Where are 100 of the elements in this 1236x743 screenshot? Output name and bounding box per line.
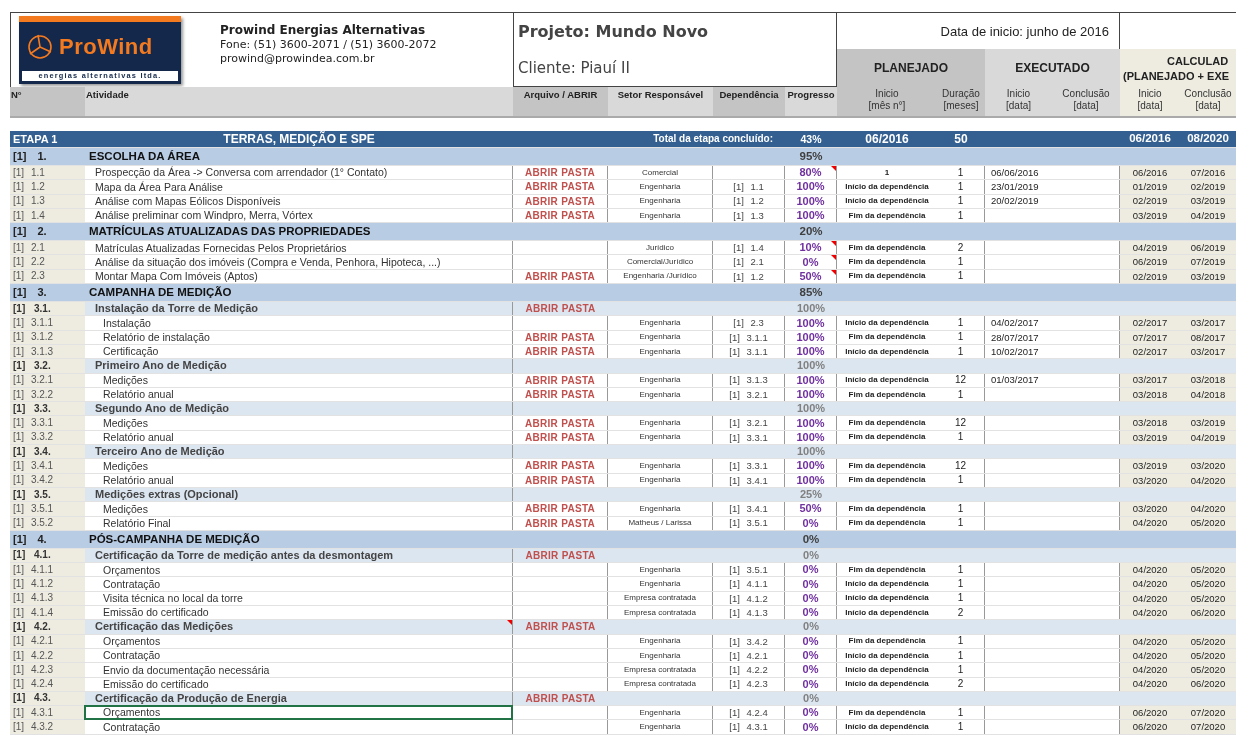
folder-link[interactable]: ABRIR PASTA <box>525 303 596 315</box>
sector-text: Engenharia <box>639 211 681 220</box>
column-header: Inicio [data] <box>985 87 1052 118</box>
planned-start: Fim da dependência <box>848 637 926 646</box>
sector-text: Engenharia <box>639 651 681 660</box>
task-percent: 0% <box>802 650 819 662</box>
task-percent: 100% <box>796 346 825 358</box>
calculated-start: 07/2017 <box>1132 332 1168 343</box>
planned-start: Início da dependência <box>845 182 929 191</box>
dependency-text: [1] 3.5.1 <box>729 518 768 528</box>
calculated-end: 03/2020 <box>1190 461 1226 471</box>
dependency-text: [1] 1.1 <box>733 182 764 192</box>
column-header: Duração [meses] <box>937 87 985 118</box>
section-percent: 95% <box>799 150 823 163</box>
folder-link[interactable]: ABRIR PASTA <box>525 549 596 561</box>
section-title: PÓS-CAMPANHA DE MEDIÇÃO <box>89 533 260 546</box>
task-percent: 100% <box>796 210 825 222</box>
calculated-start: 04/2020 <box>1132 579 1168 589</box>
calculated-start: 04/2020 <box>1132 593 1168 604</box>
calculated-start: 04/2020 <box>1132 679 1168 689</box>
activity-text: Medições <box>103 417 148 429</box>
planned-start: Fim da dependência <box>848 390 926 399</box>
duration-value: 1 <box>957 707 964 718</box>
group-title: Certificação da Produção de Energia <box>95 692 287 704</box>
duration-value: 2 <box>957 607 964 618</box>
planned-start: Início da dependência <box>845 651 929 660</box>
folder-link[interactable]: ABRIR PASTA <box>524 167 596 179</box>
group-title: Medições extras (Opcional) <box>95 489 239 501</box>
row-number: [1] 3.3. <box>13 403 51 414</box>
calculated-start: 04/2019 <box>1132 243 1168 253</box>
calculated-end: 05/2020 <box>1190 518 1226 528</box>
planned-start: Fim da dependência <box>848 433 926 442</box>
row-number: [1] 3.3.2 <box>13 432 54 443</box>
group-title: Terceiro Ano de Medição <box>95 446 225 458</box>
planned-start: 06/2016 <box>865 133 909 145</box>
row-number: [1] 3.5.2 <box>13 518 54 529</box>
calculated-end: 03/2017 <box>1190 318 1226 328</box>
row-number: [1] 2.1 <box>13 242 45 253</box>
planned-start: Fim da dependência <box>848 272 926 281</box>
planned-start: 1 <box>884 168 890 177</box>
section-percent: 85% <box>799 286 823 299</box>
task-percent: 100% <box>796 474 825 486</box>
dependency-text: [1] 3.5.1 <box>729 565 768 575</box>
task-percent: 0% <box>802 635 819 647</box>
folder-link[interactable]: ABRIR PASTA <box>524 431 596 443</box>
task-percent: 100% <box>796 460 825 472</box>
folder-link[interactable]: ABRIR PASTA <box>525 621 596 633</box>
folder-link[interactable]: ABRIR PASTA <box>524 417 596 429</box>
row-number: [1] 3.1.3 <box>13 346 54 357</box>
project-title: Projeto: Mundo Novo <box>518 22 710 41</box>
folder-link[interactable]: ABRIR PASTA <box>524 460 596 472</box>
folder-link[interactable]: ABRIR PASTA <box>524 270 596 282</box>
executed-header: EXECUTADO <box>985 49 1120 87</box>
stage-title: TERRAS, MEDIÇÃO E SPE <box>223 133 375 145</box>
duration-value: 2 <box>957 679 964 690</box>
duration-value: 1 <box>957 332 964 343</box>
folder-link[interactable]: ABRIR PASTA <box>524 517 596 529</box>
row-number: [1] 3.5.1 <box>13 503 54 514</box>
row-number: [1] 3.1.2 <box>13 332 54 343</box>
row-number: [1] 3.3.1 <box>13 418 54 429</box>
calculated-start: 02/2017 <box>1132 318 1168 328</box>
section-percent: 20% <box>799 225 823 238</box>
sector-text: Jurídico <box>646 243 674 252</box>
folder-link[interactable]: ABRIR PASTA <box>524 374 596 386</box>
task-percent: 0% <box>802 564 819 576</box>
column-header: Conclusão [data] <box>1180 87 1236 118</box>
task-percent: 100% <box>796 374 825 386</box>
sector-text: Engenharia <box>639 333 681 342</box>
row-number: [1] 3.2.2 <box>13 389 54 400</box>
folder-link[interactable]: ABRIR PASTA <box>524 346 596 358</box>
activity-text: Certificação <box>103 346 159 357</box>
folder-link[interactable]: ABRIR PASTA <box>524 210 596 222</box>
stage-label: ETAPA 1 <box>13 133 58 145</box>
folder-link[interactable]: ABRIR PASTA <box>524 474 596 486</box>
folder-link[interactable]: ABRIR PASTA <box>524 195 596 207</box>
duration-value: 1 <box>957 257 964 268</box>
sector-text: Engenharia <box>639 197 681 206</box>
group-title: Segundo Ano de Medição <box>95 403 230 415</box>
folder-link[interactable]: ABRIR PASTA <box>524 389 596 400</box>
activity-text: Emissão do certificado <box>103 607 209 618</box>
folder-link[interactable]: ABRIR PASTA <box>525 692 596 704</box>
task-percent: 0% <box>802 517 819 529</box>
calculated-end: 04/2019 <box>1190 210 1226 221</box>
folder-link[interactable]: ABRIR PASTA <box>524 331 596 343</box>
folder-link[interactable]: ABRIR PASTA <box>524 181 596 193</box>
dependency-text: [1] 3.1.1 <box>729 332 768 343</box>
activity-text: Matrículas Atualizadas Fornecidas Pelos Proprietários <box>95 242 347 254</box>
planned-start: Início da dependência <box>845 594 929 603</box>
dependency-text: [1] 3.1.3 <box>729 375 768 385</box>
dependency-text: [1] 1.2 <box>733 271 764 282</box>
row-number: [1] 4.1.4 <box>13 607 54 618</box>
calculated-start: 01/2019 <box>1132 182 1168 192</box>
sector-text: Engenharia <box>639 419 681 428</box>
row-number: [1] 1.4 <box>13 210 45 221</box>
planned-start: Início da dependência <box>845 608 929 617</box>
column-header: Inicio [mês n°] <box>837 87 937 118</box>
planned-start: Fim da dependência <box>848 211 926 220</box>
folder-link[interactable]: ABRIR PASTA <box>524 503 596 515</box>
duration-value: 1 <box>957 432 964 443</box>
duration-value: 12 <box>954 375 967 386</box>
